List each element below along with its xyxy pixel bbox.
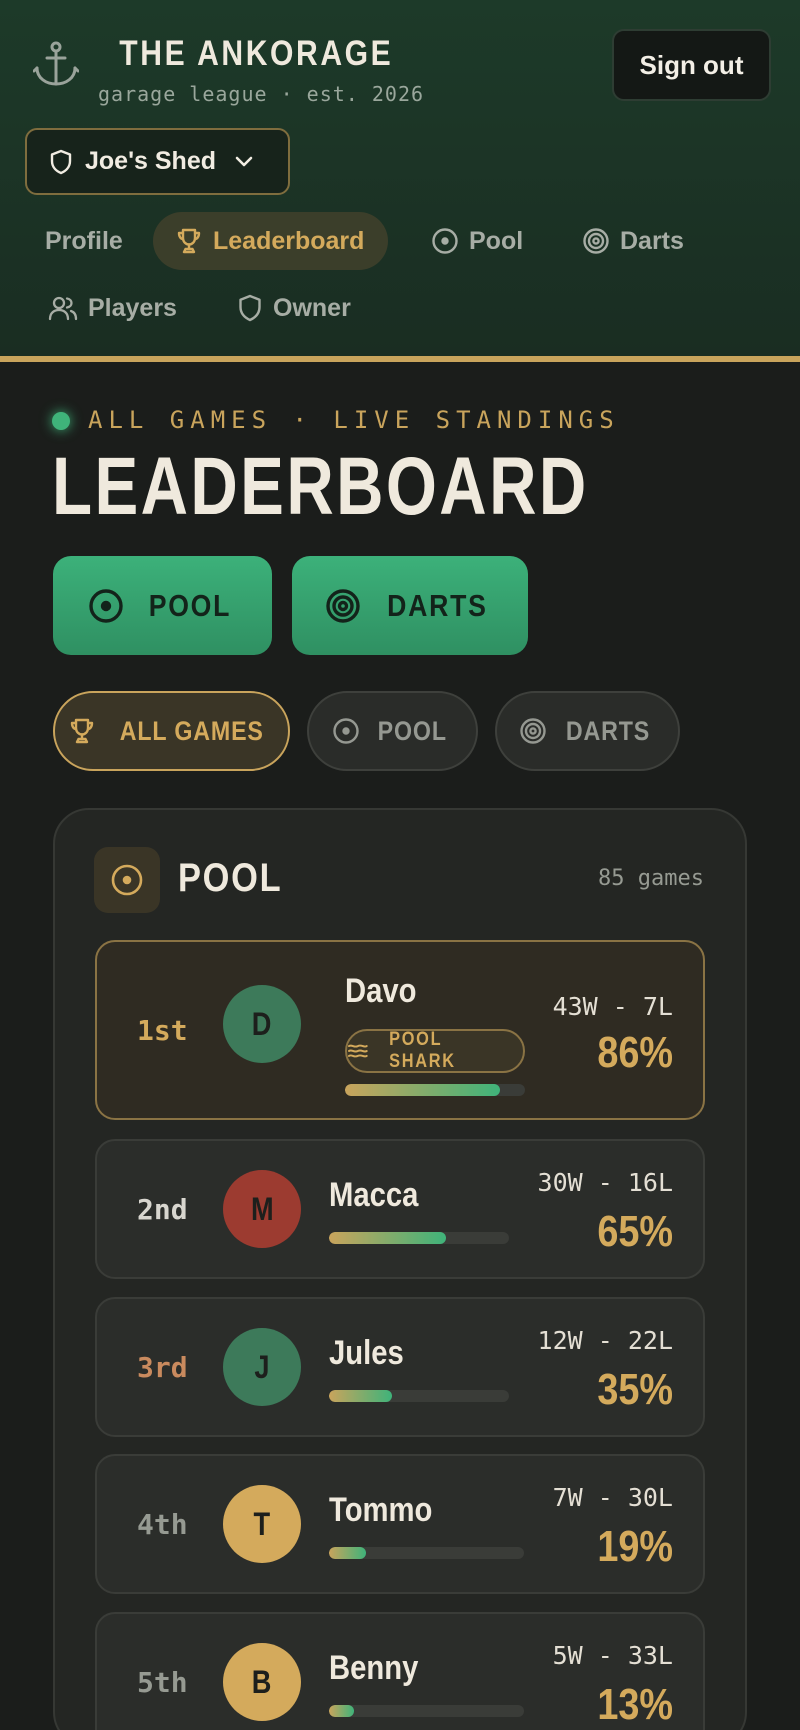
bullseye-icon <box>325 588 360 623</box>
users-icon <box>48 296 78 321</box>
games-count: 85 games <box>598 866 704 891</box>
player-name: Jules <box>329 1334 404 1372</box>
rank-label: 2nd <box>137 1193 188 1226</box>
win-percentage: 19% <box>597 1522 673 1571</box>
filter-pool[interactable]: POOL <box>307 691 478 771</box>
leaderboard-row[interactable]: 3rd J Jules 12W - 22L 35% <box>95 1297 705 1437</box>
win-loss-record: 12W - 22L <box>537 1326 673 1355</box>
win-rate-bar <box>329 1390 509 1402</box>
bullseye-icon <box>519 718 546 744</box>
player-name: Davo <box>345 972 417 1010</box>
app-header: THE ANKORAGE garage league · est. 2026 S… <box>0 0 800 362</box>
leaderboard-row[interactable]: 5th B Benny 5W - 33L 13% <box>95 1612 705 1730</box>
trophy-icon <box>70 718 93 744</box>
avatar: J <box>223 1328 301 1406</box>
win-loss-record: 30W - 16L <box>537 1168 673 1197</box>
avatar-initial: T <box>253 1505 271 1542</box>
shield-icon <box>50 149 72 174</box>
nav-leaderboard-label: Leaderboard <box>213 226 365 255</box>
win-loss-record: 7W - 30L <box>552 1483 673 1512</box>
win-rate-fill <box>329 1705 355 1717</box>
pool-shark-badge: POOL SHARK <box>345 1029 525 1073</box>
sign-out-button[interactable]: Sign out <box>612 29 771 101</box>
darts-game-button[interactable]: DARTS <box>292 556 528 655</box>
win-rate-fill <box>329 1232 446 1244</box>
avatar: D <box>223 985 301 1063</box>
page-title: LEADERBOARD <box>52 441 589 532</box>
target-icon <box>88 588 123 623</box>
win-rate-bar <box>329 1547 524 1559</box>
rank-label: 5th <box>137 1666 188 1699</box>
win-rate-fill <box>345 1084 500 1096</box>
venue-selector[interactable]: Joe's Shed <box>25 128 290 195</box>
rank-label: 1st <box>137 1014 188 1047</box>
player-name: Macca <box>329 1176 419 1214</box>
leaderboard-row[interactable]: 1st D Davo POOL SHARK 43W - 7L 86% <box>95 940 705 1120</box>
rank-label: 4th <box>137 1508 188 1541</box>
live-indicator-dot <box>52 412 70 430</box>
badge-label: POOL SHARK <box>388 1029 456 1072</box>
chevron-down-icon <box>235 156 253 166</box>
brand-title: THE ANKORAGE <box>119 34 394 73</box>
win-rate-bar <box>329 1232 509 1244</box>
win-percentage: 35% <box>597 1365 673 1414</box>
win-rate-bar <box>345 1084 525 1096</box>
player-name: Benny <box>329 1649 419 1687</box>
anchor-icon <box>33 41 79 86</box>
win-percentage: 13% <box>597 1680 673 1729</box>
filter-all-games[interactable]: ALL GAMES <box>53 691 290 771</box>
bullseye-icon <box>583 228 609 254</box>
darts-game-label: DARTS <box>386 587 488 623</box>
leaderboard-row[interactable]: 2nd M Macca 30W - 16L 65% <box>95 1139 705 1279</box>
nav-owner-label: Owner <box>273 293 351 322</box>
waves-icon <box>347 1044 368 1058</box>
nav-pool[interactable]: Pool <box>431 212 523 270</box>
brand-subtitle: garage league · est. 2026 <box>98 82 425 106</box>
nav-leaderboard[interactable]: Leaderboard <box>153 212 389 270</box>
win-percentage: 86% <box>597 1028 673 1077</box>
pool-game-label: POOL <box>148 587 231 623</box>
avatar: T <box>223 1485 301 1563</box>
pool-card-icon <box>94 847 160 913</box>
venue-name: Joe's Shed <box>85 147 216 175</box>
trophy-icon <box>177 228 201 254</box>
target-icon <box>333 718 359 744</box>
avatar-initial: J <box>254 1348 270 1385</box>
win-loss-record: 43W - 7L <box>552 992 673 1021</box>
rank-label: 3rd <box>137 1351 188 1384</box>
avatar-initial: B <box>252 1663 272 1700</box>
filter-darts[interactable]: DARTS <box>495 691 680 771</box>
nav-profile-label: Profile <box>45 226 123 255</box>
nav-profile[interactable]: Profile <box>45 212 123 270</box>
nav-players-label: Players <box>88 293 177 322</box>
win-loss-record: 5W - 33L <box>552 1641 673 1670</box>
nav-darts-label: Darts <box>620 226 684 255</box>
page-kicker: ALL GAMES · LIVE STANDINGS <box>88 406 620 434</box>
leaderboard-row[interactable]: 4th T Tommo 7W - 30L 19% <box>95 1454 705 1594</box>
win-rate-fill <box>329 1547 367 1559</box>
shield-icon <box>239 294 261 322</box>
pool-game-button[interactable]: POOL <box>53 556 272 655</box>
target-icon <box>432 228 458 254</box>
win-percentage: 65% <box>597 1207 673 1256</box>
avatar-initial: M <box>250 1190 274 1227</box>
target-icon <box>111 864 143 896</box>
nav-owner[interactable]: Owner <box>237 279 351 337</box>
filter-darts-label: DARTS <box>565 715 650 746</box>
filter-pool-label: POOL <box>377 715 448 746</box>
avatar-initial: D <box>252 1005 272 1042</box>
avatar: B <box>223 1643 301 1721</box>
filter-all-games-label: ALL GAMES <box>119 715 264 746</box>
win-rate-fill <box>329 1390 392 1402</box>
win-rate-bar <box>329 1705 524 1717</box>
avatar: M <box>223 1170 301 1248</box>
nav-pool-label: Pool <box>469 226 524 255</box>
player-name: Tommo <box>329 1491 433 1529</box>
card-title: POOL <box>178 856 283 900</box>
nav-darts[interactable]: Darts <box>582 212 684 270</box>
nav-players[interactable]: Players <box>48 279 177 337</box>
